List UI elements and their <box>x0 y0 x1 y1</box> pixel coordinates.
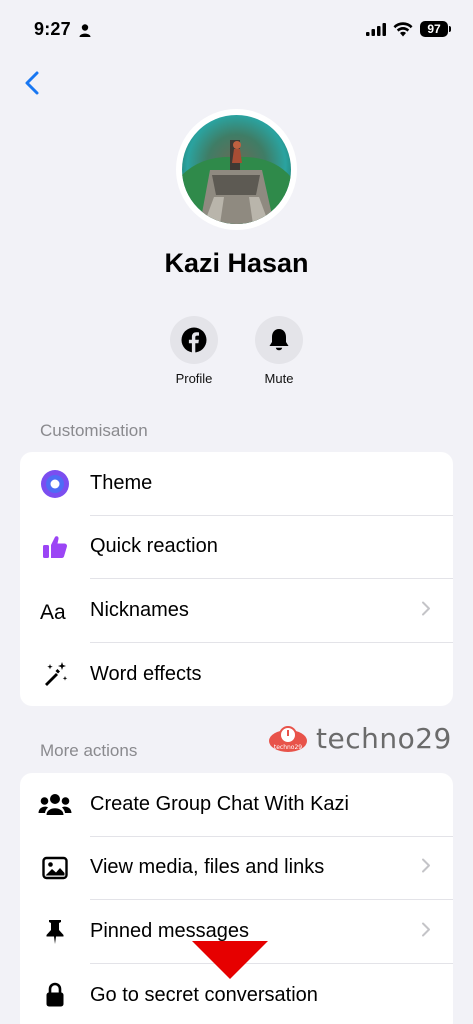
lock-icon <box>20 964 90 1024</box>
back-button[interactable] <box>18 68 48 98</box>
view-media-label: View media, files and links <box>90 837 453 900</box>
facebook-icon <box>181 327 207 353</box>
chevron-left-icon <box>25 71 39 95</box>
more-actions-card: Create Group Chat With Kazi View media, … <box>20 773 453 1024</box>
battery-tip <box>449 26 451 32</box>
chevron-right-icon <box>421 858 431 879</box>
nicknames-label: Nicknames <box>90 579 453 643</box>
mute-action[interactable]: Mute <box>239 316 319 386</box>
word-effects-label: Word effects <box>90 662 202 685</box>
watermark-badge-text: techno29 <box>274 744 302 751</box>
profile-name: Kazi Hasan <box>164 248 309 278</box>
wifi-icon <box>393 21 413 42</box>
theme-circle-icon <box>20 452 90 516</box>
chevron-right-icon <box>421 600 431 621</box>
secret-conversation-label: Go to secret conversation <box>90 983 318 1006</box>
profile-label: Profile <box>175 371 213 386</box>
theme-row[interactable]: Theme <box>20 452 453 516</box>
text-aa-icon: Aa <box>20 579 90 643</box>
profile-button[interactable] <box>170 316 218 364</box>
pinned-messages-label: Pinned messages <box>90 900 453 964</box>
group-icon <box>20 773 90 837</box>
customisation-card: Theme Quick reaction Aa Nicknames Word e… <box>20 452 453 706</box>
battery-level: 97 <box>420 21 448 37</box>
theme-label: Theme <box>90 452 453 516</box>
word-effects-row[interactable]: Word effects <box>20 643 453 707</box>
pin-icon <box>20 900 90 964</box>
bell-icon <box>269 329 289 351</box>
watermark-logo-icon: techno29 <box>269 725 307 752</box>
quick-reaction-label: Quick reaction <box>90 516 453 579</box>
mute-label: Mute <box>264 371 294 386</box>
red-arrow-annotation-icon <box>192 941 268 979</box>
image-icon <box>20 837 90 901</box>
avatar[interactable] <box>176 109 297 230</box>
create-group-chat-row[interactable]: Create Group Chat With Kazi <box>20 773 453 837</box>
chevron-right-icon <box>421 921 431 942</box>
view-media-row[interactable]: View media, files and links <box>20 837 453 901</box>
quick-reaction-row[interactable]: Quick reaction <box>20 516 453 580</box>
more-actions-section-title: More actions <box>40 741 138 760</box>
status-bar: 9:27 97 <box>0 0 473 54</box>
magic-wand-icon <box>20 643 90 707</box>
thumbs-up-icon <box>20 516 90 580</box>
create-group-chat-label: Create Group Chat With Kazi <box>90 773 453 837</box>
watermark: techno29 techno29 <box>268 722 452 755</box>
avatar-image <box>182 115 291 224</box>
cellular-signal-icon <box>366 23 386 41</box>
mute-button[interactable] <box>255 316 303 364</box>
customisation-section-title: Customisation <box>40 421 148 440</box>
status-time: 9:27 <box>34 19 71 39</box>
watermark-text: techno29 <box>316 722 452 755</box>
person-icon <box>79 24 91 42</box>
nicknames-row[interactable]: Aa Nicknames <box>20 579 453 643</box>
profile-action[interactable]: Profile <box>154 316 234 386</box>
svg-text:Aa: Aa <box>40 601 66 623</box>
